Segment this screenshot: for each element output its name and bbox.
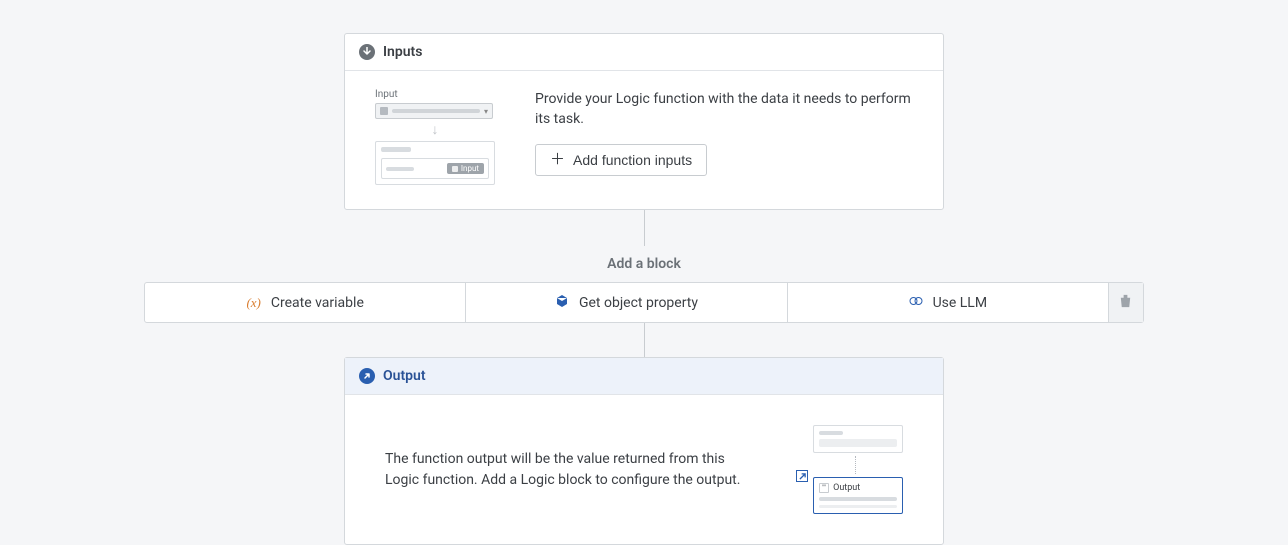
trash-icon [1118, 293, 1133, 312]
use-llm-option[interactable]: Use LLM [788, 283, 1109, 322]
inputs-title: Inputs [383, 44, 422, 60]
output-illustration: "" Output [803, 425, 903, 514]
connector-line [644, 323, 645, 357]
illustration-panel: Input [375, 141, 495, 185]
inputs-icon [359, 44, 375, 60]
output-card: Output The function output will be the v… [344, 357, 944, 545]
corner-arrow-icon [796, 470, 808, 482]
variable-icon: (x) [246, 295, 260, 311]
output-icon [359, 368, 375, 384]
output-header: Output [345, 358, 943, 395]
create-variable-option[interactable]: (x) Create variable [145, 283, 466, 322]
add-block-label: Add a block [607, 256, 681, 272]
output-description: The function output will be the value re… [385, 449, 745, 491]
cube-icon [555, 294, 569, 312]
delete-option[interactable] [1109, 283, 1143, 322]
connector-line [644, 210, 645, 246]
input-badge: Input [447, 163, 484, 174]
inputs-illustration-label: Input [375, 89, 495, 100]
inputs-illustration: Input ▾ ↓ Input [375, 89, 495, 185]
add-function-inputs-button[interactable]: ＋ Add function inputs [535, 144, 707, 176]
arrow-down-icon: ↓ [375, 123, 495, 137]
inputs-header: Inputs [345, 34, 943, 71]
output-title: Output [383, 368, 426, 384]
inputs-description: Provide your Logic function with the dat… [535, 89, 913, 130]
caret-down-icon: ▾ [484, 107, 488, 116]
plus-icon: ＋ [550, 152, 565, 167]
get-object-property-option[interactable]: Get object property [466, 283, 787, 322]
llm-icon [909, 294, 923, 312]
block-options: (x) Create variable Get object property … [144, 282, 1144, 323]
illustration-dropdown: ▾ [375, 103, 493, 119]
inputs-card: Inputs Input ▾ ↓ Input [344, 33, 944, 210]
